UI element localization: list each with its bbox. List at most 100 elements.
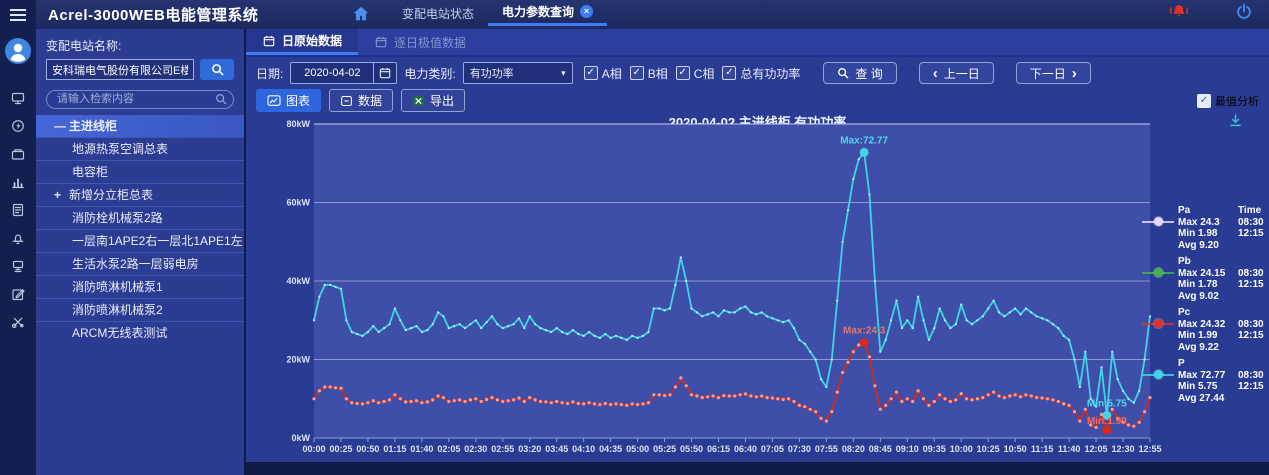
top-tab-1[interactable]: 电力参数查询×: [488, 0, 607, 26]
svg-text:06:40: 06:40: [734, 444, 757, 454]
svg-text:10:00: 10:00: [950, 444, 973, 454]
legend-item-Pb[interactable]: PbMax 24.1508:30Min 1.7812:15Avg 9.02: [1152, 256, 1264, 302]
tree-item-2[interactable]: 电容柜: [36, 160, 244, 183]
alarm-icon[interactable]: [0, 224, 36, 252]
svg-text:0kW: 0kW: [291, 433, 310, 443]
svg-text:60kW: 60kW: [286, 198, 310, 208]
expand-icon[interactable]: +: [54, 184, 69, 206]
legend-series-name: Pa: [1178, 205, 1238, 217]
data-tab-0[interactable]: 日原始数据: [246, 29, 358, 55]
date-input[interactable]: [291, 66, 373, 80]
svg-text:05:00: 05:00: [626, 444, 649, 454]
data-view-button[interactable]: 数据: [329, 89, 393, 112]
monitor-icon[interactable]: [0, 84, 36, 112]
svg-text:00:25: 00:25: [329, 444, 352, 454]
svg-text:11:15: 11:15: [1031, 444, 1054, 454]
next-day-button[interactable]: 下一日 ›: [1016, 62, 1091, 84]
checkbox-check-icon: ✓: [722, 66, 736, 80]
checkbox-check-icon: ✓: [1197, 94, 1211, 108]
svg-text:02:55: 02:55: [491, 444, 514, 454]
close-icon[interactable]: ×: [580, 5, 593, 18]
report-icon[interactable]: [0, 196, 36, 224]
power-icon[interactable]: [1235, 3, 1253, 26]
query-button[interactable]: 查 询: [823, 62, 896, 84]
menu-icon[interactable]: [0, 0, 36, 29]
station-name-label: 变配电站名称:: [46, 37, 234, 54]
tree-item-9[interactable]: ARCM无线表测试: [36, 321, 244, 344]
topbar-right: [1169, 3, 1253, 26]
export-button[interactable]: 导出: [401, 89, 465, 112]
tree-item-4[interactable]: 消防栓机械泵2路: [36, 206, 244, 229]
main-panel: 日原始数据逐日极值数据 日期: 电力类别: 有功功率 ▾ ✓A相 ✓B相 ✓C相 ✓总…: [246, 29, 1269, 462]
legend-item-Pc[interactable]: PcMax 24.3208:30Min 1.9912:15Avg 9.22: [1152, 307, 1264, 353]
category-select[interactable]: 有功功率 ▾: [463, 62, 573, 84]
tree-item-5[interactable]: 一层南1APE2右一层北1APE1左: [36, 229, 244, 252]
svg-text:09:10: 09:10: [896, 444, 919, 454]
svg-text:07:55: 07:55: [815, 444, 838, 454]
view-toolbar: 图表 数据 导出 ✓ 最值分析: [246, 86, 1269, 112]
tree-filter-input[interactable]: [46, 90, 234, 109]
download-icon[interactable]: [1228, 113, 1243, 133]
chart-view-button[interactable]: 图表: [256, 89, 321, 112]
category-label: 电力类别:: [404, 65, 455, 82]
device-tree: —主进线柜地源热泵空调总表电容柜+新增分立柜总表消防栓机械泵2路一层南1APE2…: [36, 115, 244, 344]
top-tab-bar: 变配电站状态电力参数查询×: [388, 0, 607, 29]
svg-text:06:15: 06:15: [707, 444, 730, 454]
tree-item-3[interactable]: +新增分立柜总表: [36, 183, 244, 206]
tree-item-7[interactable]: 消防喷淋机械泵1: [36, 275, 244, 298]
chevron-right-icon: ›: [1072, 66, 1077, 81]
date-label: 日期:: [256, 65, 283, 82]
avatar[interactable]: [5, 38, 31, 64]
tools-icon[interactable]: [0, 308, 36, 336]
svg-text:03:45: 03:45: [545, 444, 568, 454]
max-analysis-checkbox[interactable]: ✓ 最值分析: [1197, 93, 1259, 109]
svg-text:12:05: 12:05: [1085, 444, 1108, 454]
calendar-data-icon: [374, 36, 388, 48]
topbar: Acrel-3000WEB电能管理系统 变配电站状态电力参数查询×: [0, 0, 1269, 29]
phase-checkbox-2[interactable]: ✓C相: [676, 65, 715, 82]
home-icon[interactable]: [352, 5, 370, 28]
svg-text:05:50: 05:50: [680, 444, 703, 454]
power-line-chart[interactable]: 0kW20kW40kW60kW80kW00:0000:2500:5001:150…: [276, 118, 1186, 454]
calendar-icon[interactable]: [373, 63, 396, 83]
tree-item-1[interactable]: 地源热泵空调总表: [36, 137, 244, 160]
query-toolbar: 日期: 电力类别: 有功功率 ▾ ✓A相 ✓B相 ✓C相 ✓总有功功率 查 询 ‹ 上…: [246, 57, 1269, 86]
alarm-bell-icon[interactable]: [1169, 3, 1189, 26]
phase-checkbox-0[interactable]: ✓A相: [584, 65, 622, 82]
checkbox-check-icon: ✓: [584, 66, 598, 80]
search-icon: [215, 92, 227, 110]
station-name-input[interactable]: [46, 59, 194, 80]
legend-series-name: Pb: [1178, 256, 1238, 268]
legend-item-Pa[interactable]: PaTimeMax 24.308:30Min 1.9812:15Avg 9.20: [1152, 205, 1264, 251]
svg-text:02:30: 02:30: [464, 444, 487, 454]
data-tab-1[interactable]: 逐日极值数据: [358, 29, 482, 55]
bar-chart-icon[interactable]: [0, 168, 36, 196]
svg-text:00:50: 00:50: [356, 444, 379, 454]
phase-checkbox-1[interactable]: ✓B相: [630, 65, 668, 82]
archive-icon[interactable]: [0, 140, 36, 168]
svg-text:05:25: 05:25: [653, 444, 676, 454]
tree-item-6[interactable]: 生活水泵2路一层弱电房: [36, 252, 244, 275]
station-search-button[interactable]: [200, 59, 234, 80]
collapse-icon[interactable]: —: [54, 115, 69, 137]
device-icon[interactable]: [0, 252, 36, 280]
top-tab-0[interactable]: 变配电站状态: [388, 0, 488, 26]
edit-icon[interactable]: [0, 280, 36, 308]
legend-series-name: Pc: [1178, 307, 1238, 319]
svg-text:08:20: 08:20: [842, 444, 865, 454]
svg-text:40kW: 40kW: [286, 276, 310, 286]
prev-day-button[interactable]: ‹ 上一日: [919, 62, 994, 84]
svg-text:20kW: 20kW: [286, 355, 310, 365]
tree-item-8[interactable]: 消防喷淋机械泵2: [36, 298, 244, 321]
legend-item-P[interactable]: PMax 72.7708:30Min 5.7512:15Avg 27.44: [1152, 358, 1264, 404]
tree-item-0[interactable]: —主进线柜: [36, 115, 244, 137]
svg-text:10:25: 10:25: [977, 444, 1000, 454]
app-title: Acrel-3000WEB电能管理系统: [48, 4, 258, 25]
svg-text:07:30: 07:30: [788, 444, 811, 454]
legend-series-name: P: [1178, 358, 1238, 370]
checkbox-check-icon: ✓: [676, 66, 690, 80]
svg-text:03:20: 03:20: [518, 444, 541, 454]
svg-text:10:50: 10:50: [1004, 444, 1027, 454]
phase-checkbox-3[interactable]: ✓总有功功率: [722, 65, 800, 82]
energy-icon[interactable]: [0, 112, 36, 140]
